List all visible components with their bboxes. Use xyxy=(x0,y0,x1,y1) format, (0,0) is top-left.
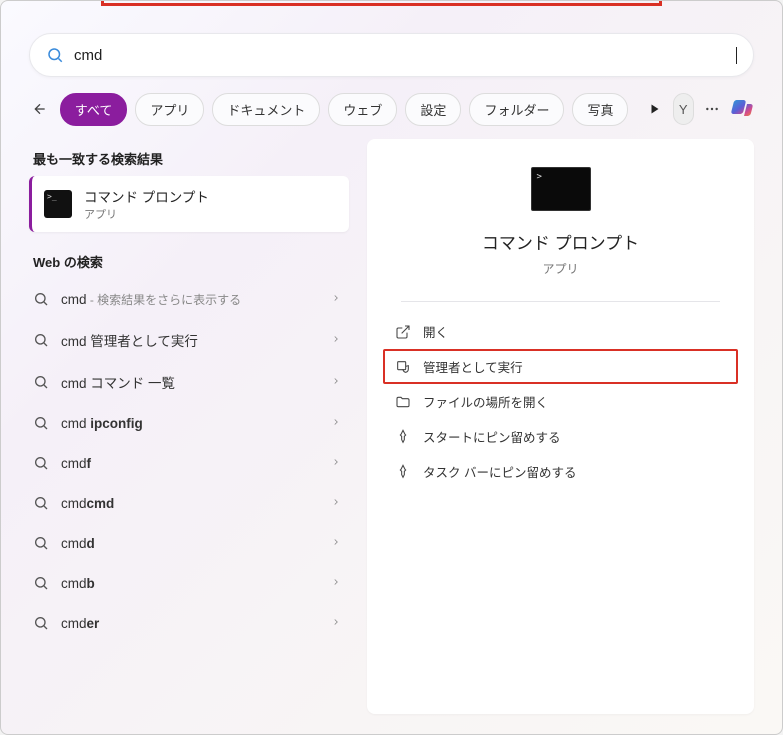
best-match-item[interactable]: コマンド プロンプト アプリ xyxy=(29,176,349,232)
pin-icon xyxy=(395,464,411,480)
search-icon xyxy=(33,291,49,307)
web-result-item[interactable]: cmder xyxy=(29,603,349,643)
web-result-text: cmd 管理者として実行 xyxy=(61,330,198,350)
tab-folders[interactable]: フォルダー xyxy=(469,93,564,126)
web-result-item[interactable]: cmd ipconfig xyxy=(29,403,349,443)
web-results-list: cmd - 検索結果をさらに表示する cmd 管理者として実行 cmd コマンド 一… xyxy=(29,279,349,643)
chevron-right-icon xyxy=(331,373,341,391)
web-result-text: cmd - 検索結果をさらに表示する xyxy=(61,291,241,308)
actions-list: 開く 管理者として実行 ファイルの場所を開く スタートにピン留めする タスク バ… xyxy=(383,314,738,489)
app-large-icon xyxy=(531,167,591,211)
web-result-item[interactable]: cmdd xyxy=(29,523,349,563)
tab-photos[interactable]: 写真 xyxy=(572,93,628,126)
chevron-right-icon xyxy=(331,494,341,512)
search-input[interactable]: cmd xyxy=(74,47,737,64)
web-result-text: cmdb xyxy=(61,576,95,591)
best-match-header: 最も一致する検索結果 xyxy=(33,149,349,168)
web-result-text: cmdf xyxy=(61,456,91,471)
left-panel: 最も一致する検索結果 コマンド プロンプト アプリ Web の検索 cmd - … xyxy=(29,139,349,714)
action-open-label: 開く xyxy=(423,322,448,341)
content: 最も一致する検索結果 コマンド プロンプト アプリ Web の検索 cmd - … xyxy=(1,133,782,734)
tabs-row: すべて アプリ ドキュメント ウェブ 設定 フォルダー 写真 Y xyxy=(1,91,782,133)
search-icon xyxy=(46,46,64,64)
search-icon xyxy=(33,495,49,511)
user-avatar[interactable]: Y xyxy=(673,93,694,125)
tab-all[interactable]: すべて xyxy=(60,93,128,126)
search-bar[interactable]: cmd xyxy=(29,33,754,77)
action-open-location[interactable]: ファイルの場所を開く xyxy=(383,384,738,419)
search-icon xyxy=(33,415,49,431)
search-window: cmd すべて アプリ ドキュメント ウェブ 設定 フォルダー 写真 Y 最も一… xyxy=(0,0,783,735)
chevron-right-icon xyxy=(331,534,341,552)
web-search-header: Web の検索 xyxy=(33,252,349,271)
tab-documents[interactable]: ドキュメント xyxy=(212,93,320,126)
more-button[interactable] xyxy=(702,93,722,125)
tab-web[interactable]: ウェブ xyxy=(328,93,397,126)
search-icon xyxy=(33,575,49,591)
web-result-text: cmdd xyxy=(61,536,95,551)
search-icon xyxy=(33,374,49,390)
chevron-right-icon xyxy=(331,614,341,632)
best-match-subtitle: アプリ xyxy=(84,206,209,222)
tab-apps[interactable]: アプリ xyxy=(135,93,204,126)
web-result-item[interactable]: cmdcmd xyxy=(29,483,349,523)
action-pin-start[interactable]: スタートにピン留めする xyxy=(383,419,738,454)
search-icon xyxy=(33,455,49,471)
back-button[interactable] xyxy=(29,91,52,127)
chevron-right-icon xyxy=(331,290,341,308)
shield-admin-icon xyxy=(395,359,411,375)
web-result-item[interactable]: cmd - 検索結果をさらに表示する xyxy=(29,279,349,319)
tab-settings[interactable]: 設定 xyxy=(405,93,461,126)
web-result-text: cmder xyxy=(61,616,99,631)
web-result-item[interactable]: cmdb xyxy=(29,563,349,603)
search-icon xyxy=(33,535,49,551)
annotation-top-box xyxy=(101,1,662,6)
copilot-icon[interactable] xyxy=(730,93,754,125)
chevron-right-icon xyxy=(331,414,341,432)
web-result-item[interactable]: cmd コマンド 一覧 xyxy=(29,361,349,403)
action-open-location-label: ファイルの場所を開く xyxy=(423,392,548,411)
pin-icon xyxy=(395,429,411,445)
play-button[interactable] xyxy=(644,93,664,125)
cmd-icon xyxy=(44,190,72,218)
search-icon xyxy=(33,332,49,348)
chevron-right-icon xyxy=(331,331,341,349)
right-panel: コマンド プロンプト アプリ 開く 管理者として実行 ファイルの場所を開く xyxy=(367,139,754,714)
app-subtitle: アプリ xyxy=(542,260,578,277)
action-pin-start-label: スタートにピン留めする xyxy=(423,427,561,446)
action-run-admin[interactable]: 管理者として実行 xyxy=(383,349,738,384)
best-match-title: コマンド プロンプト xyxy=(84,186,209,206)
web-result-text: cmdcmd xyxy=(61,496,114,511)
action-run-admin-label: 管理者として実行 xyxy=(423,357,523,376)
action-pin-taskbar-label: タスク バーにピン留めする xyxy=(423,462,576,481)
web-result-text: cmd コマンド 一覧 xyxy=(61,372,175,392)
chevron-right-icon xyxy=(331,574,341,592)
divider xyxy=(401,301,721,302)
chevron-right-icon xyxy=(331,454,341,472)
action-pin-taskbar[interactable]: タスク バーにピン留めする xyxy=(383,454,738,489)
web-result-text: cmd ipconfig xyxy=(61,416,143,431)
open-icon xyxy=(395,324,411,340)
web-result-item[interactable]: cmd 管理者として実行 xyxy=(29,319,349,361)
web-result-item[interactable]: cmdf xyxy=(29,443,349,483)
search-icon xyxy=(33,615,49,631)
action-open[interactable]: 開く xyxy=(383,314,738,349)
app-title: コマンド プロンプト xyxy=(482,229,639,254)
folder-icon xyxy=(395,394,411,410)
